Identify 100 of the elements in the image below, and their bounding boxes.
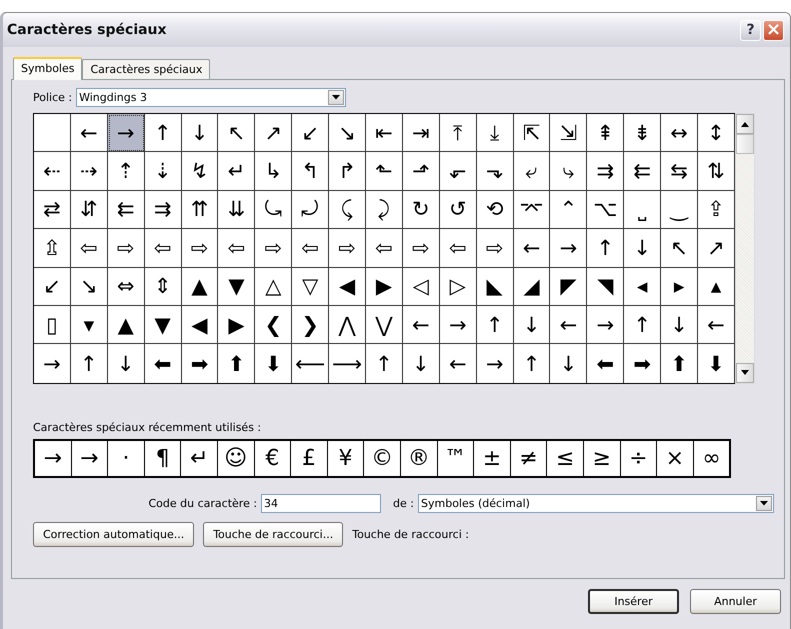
- symbol-cell[interactable]: ⌥: [587, 190, 624, 230]
- symbol-cell[interactable]: △: [255, 268, 292, 306]
- insert-button[interactable]: Insérer: [588, 589, 679, 614]
- symbol-cell[interactable]: ↑: [624, 306, 662, 344]
- symbol-cell[interactable]: ⤒: [440, 114, 477, 152]
- symbol-cell[interactable]: ◀: [182, 306, 218, 344]
- symbol-cell[interactable]: →: [550, 229, 588, 268]
- symbol-cell[interactable]: ⇨: [476, 229, 514, 268]
- symbol-cell[interactable]: [34, 114, 71, 152]
- symbol-cell[interactable]: ⋀: [329, 306, 366, 344]
- symbol-cell[interactable]: ❮: [255, 306, 292, 344]
- symbol-cell[interactable]: ⇕: [144, 268, 182, 306]
- symbol-cell[interactable]: ⇵: [70, 190, 108, 230]
- symbol-cell[interactable]: ⤾: [292, 190, 330, 230]
- character-code-field[interactable]: 34: [261, 494, 382, 513]
- symbol-cell[interactable]: ⬏: [402, 152, 440, 191]
- symbol-cell[interactable]: ⇦: [144, 229, 182, 268]
- symbol-cell[interactable]: ↵: [218, 152, 256, 191]
- symbol-cell[interactable]: ⬇: [255, 344, 292, 383]
- symbol-cell[interactable]: ⇲: [550, 114, 588, 152]
- symbol-cell[interactable]: ▯: [34, 306, 71, 344]
- symbol-cell[interactable]: ⇊: [218, 190, 256, 230]
- symbol-cell[interactable]: ⤷: [550, 152, 588, 191]
- recent-symbol-cell[interactable]: ®: [400, 440, 438, 476]
- recent-symbol-cell[interactable]: ™: [438, 440, 474, 476]
- symbol-cell[interactable]: ⟶: [329, 344, 366, 383]
- scrollbar[interactable]: [734, 113, 755, 384]
- symbol-cell[interactable]: ▲: [108, 306, 145, 344]
- symbol-cell[interactable]: ↓: [182, 114, 218, 152]
- symbol-cell[interactable]: ↓: [402, 344, 440, 383]
- symbol-cell[interactable]: ↯: [182, 152, 218, 191]
- symbol-cell[interactable]: ←: [440, 344, 477, 383]
- symbol-cell[interactable]: ↓: [661, 306, 698, 344]
- recent-symbol-cell[interactable]: ·: [108, 440, 145, 476]
- scroll-down-icon[interactable]: [736, 362, 754, 383]
- symbol-cell[interactable]: ⇉: [587, 152, 624, 191]
- symbol-cell[interactable]: ↙: [292, 114, 330, 152]
- symbol-cell[interactable]: ⬅: [144, 344, 182, 383]
- symbol-cell[interactable]: ◀: [329, 268, 366, 306]
- symbol-cell[interactable]: ‿: [661, 190, 698, 230]
- symbol-cell[interactable]: ⇦: [292, 229, 330, 268]
- symbol-cell[interactable]: ↓: [624, 229, 662, 268]
- symbol-cell[interactable]: →: [440, 306, 477, 344]
- recent-symbol-cell[interactable]: €: [254, 440, 292, 476]
- symbol-cell[interactable]: ↰: [292, 152, 330, 191]
- symbol-cell[interactable]: ⇥: [402, 114, 440, 152]
- symbol-cell[interactable]: ⬐: [440, 152, 477, 191]
- symbol-cell[interactable]: ⇨: [108, 229, 145, 268]
- recent-symbol-cell[interactable]: ↵: [181, 440, 218, 476]
- symbol-cell[interactable]: ↓: [514, 306, 550, 344]
- symbol-cell[interactable]: ↳: [255, 152, 292, 191]
- symbol-cell[interactable]: ⌃: [550, 190, 588, 230]
- symbol-cell[interactable]: ⇱: [514, 114, 550, 152]
- symbol-cell[interactable]: ⇤: [366, 114, 403, 152]
- tab[interactable]: Caractères spéciaux: [82, 59, 210, 79]
- scroll-up-icon[interactable]: [736, 114, 754, 134]
- symbol-cell[interactable]: ←: [550, 306, 588, 344]
- symbol-cell[interactable]: ⇨: [182, 229, 218, 268]
- recent-symbol-cell[interactable]: £: [291, 440, 328, 476]
- symbol-cell[interactable]: →: [476, 344, 514, 383]
- symbol-cell[interactable]: ↖: [218, 114, 256, 152]
- symbol-cell[interactable]: →: [587, 306, 624, 344]
- symbol-cell[interactable]: ⇇: [624, 152, 662, 191]
- symbol-cell[interactable]: ⇈: [182, 190, 218, 230]
- recent-symbol-cell[interactable]: ¥: [328, 440, 364, 476]
- symbol-cell[interactable]: ◥: [587, 268, 624, 306]
- symbol-cell[interactable]: ⇡: [108, 152, 145, 191]
- symbol-cell[interactable]: ▲: [182, 268, 218, 306]
- recent-symbol-cell[interactable]: ∞: [694, 440, 730, 476]
- tab[interactable]: Symboles: [13, 57, 82, 80]
- symbol-cell[interactable]: ⇦: [440, 229, 477, 268]
- symbol-cell[interactable]: ⤿: [255, 190, 292, 230]
- symbol-cell[interactable]: ⤓: [476, 114, 514, 152]
- symbol-cell[interactable]: ⇨: [402, 229, 440, 268]
- symbol-cell[interactable]: ⇉: [144, 190, 182, 230]
- symbol-cell[interactable]: ⤹: [329, 190, 366, 230]
- symbol-cell[interactable]: ▽: [292, 268, 330, 306]
- symbol-cell[interactable]: ↑: [587, 229, 624, 268]
- symbol-cell[interactable]: ⬆: [661, 344, 698, 383]
- symbol-cell[interactable]: ⎵: [624, 190, 662, 230]
- symbol-cell[interactable]: ➡: [182, 344, 218, 383]
- cancel-button[interactable]: Annuler: [690, 589, 781, 614]
- symbol-cell[interactable]: ⇨: [329, 229, 366, 268]
- symbol-cell[interactable]: ▶: [218, 306, 256, 344]
- symbol-cell[interactable]: ↺: [440, 190, 477, 230]
- symbol-cell[interactable]: ⋁: [366, 306, 403, 344]
- symbol-cell[interactable]: ⤸: [366, 190, 403, 230]
- autocorrect-button[interactable]: Correction automatique...: [33, 522, 194, 547]
- symbol-cell[interactable]: ↘: [329, 114, 366, 152]
- symbol-cell[interactable]: ↑: [514, 344, 550, 383]
- symbol-cell[interactable]: ⇆: [661, 152, 698, 191]
- recent-symbol-cell[interactable]: ¶: [144, 440, 182, 476]
- symbol-cell[interactable]: ◂: [624, 268, 662, 306]
- symbol-cell[interactable]: ▶: [366, 268, 403, 306]
- encoding-dropdown[interactable]: Symboles (décimal): [418, 494, 774, 513]
- help-button[interactable]: ?: [740, 20, 761, 40]
- recent-symbol-cell[interactable]: →: [35, 440, 72, 476]
- symbol-cell[interactable]: ⇇: [108, 190, 145, 230]
- symbol-cell[interactable]: ▼: [144, 306, 182, 344]
- symbol-cell[interactable]: ⇣: [144, 152, 182, 191]
